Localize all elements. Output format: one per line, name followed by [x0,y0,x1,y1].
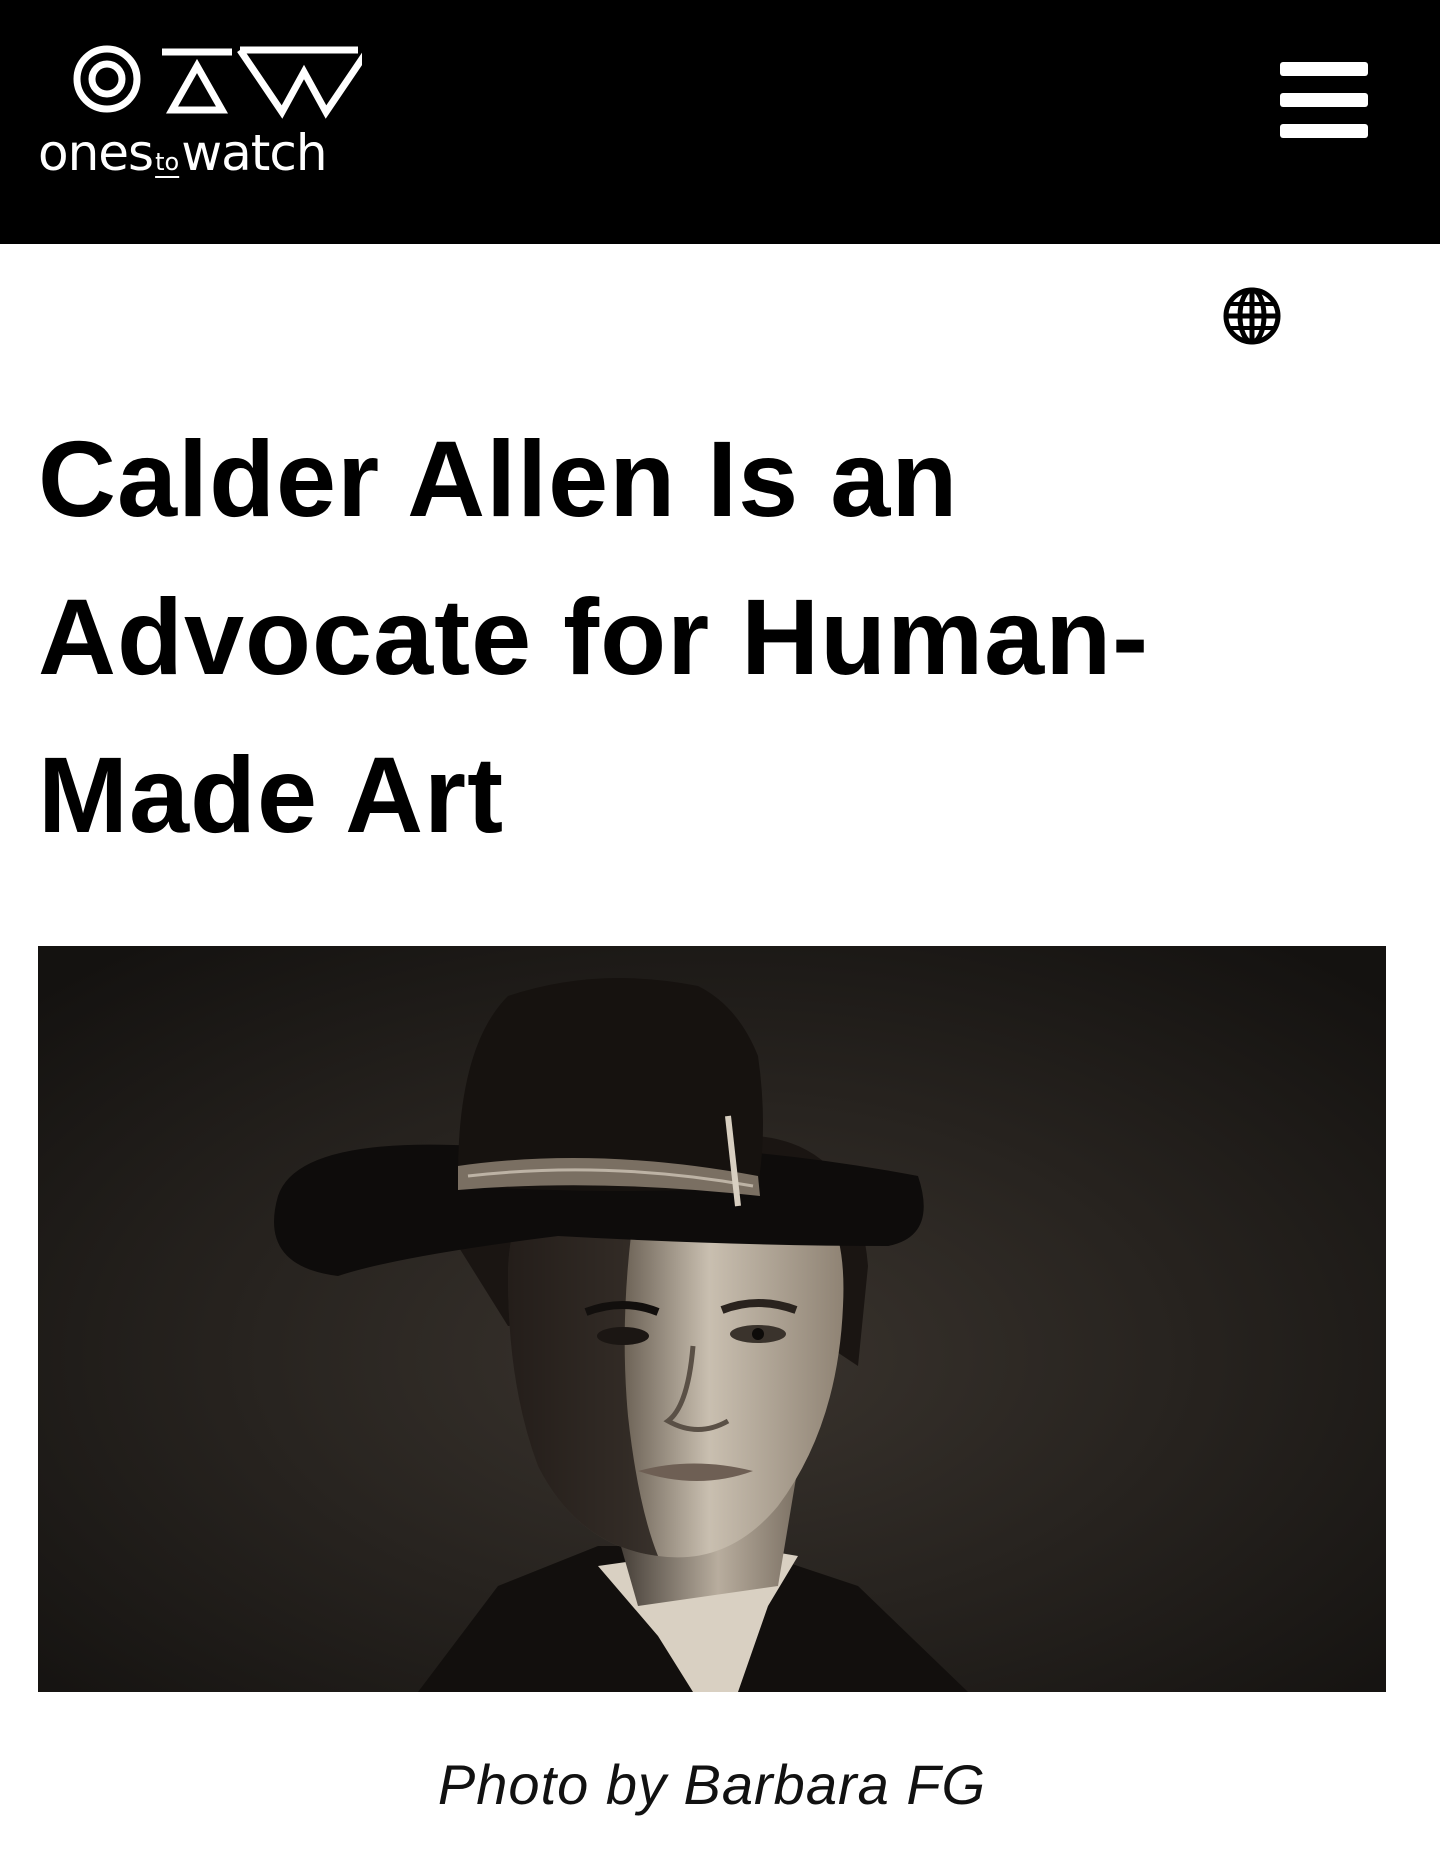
ones-to-watch-logo[interactable]: ones to watch [38,44,398,184]
menu-button[interactable] [1276,58,1372,142]
logo-word-ones: ones [38,124,154,182]
hamburger-bar-bottom [1280,124,1368,138]
hamburger-bar-top [1280,62,1368,76]
article-title-line-3: Made Art [38,734,505,855]
hero-photo [38,946,1386,1692]
globe-icon [1223,287,1281,345]
article-title-line-2: Advocate for Human- [38,576,1150,697]
logo-word-to: to [155,148,180,176]
logo-wordmark: ones to watch [38,124,328,188]
site-header: ones to watch [0,0,1440,244]
photo-caption: Photo by Barbara FG [437,1753,987,1816]
otw-logo-mark [73,45,362,119]
language-button[interactable] [1222,286,1282,346]
portrait-image [38,946,1386,1692]
article-title: Calder Allen Is an Advocate for Human- M… [38,400,1318,874]
hamburger-bar-middle [1280,93,1368,107]
logo-word-watch: watch [181,124,327,182]
article-title-line-1: Calder Allen Is an [38,418,959,539]
